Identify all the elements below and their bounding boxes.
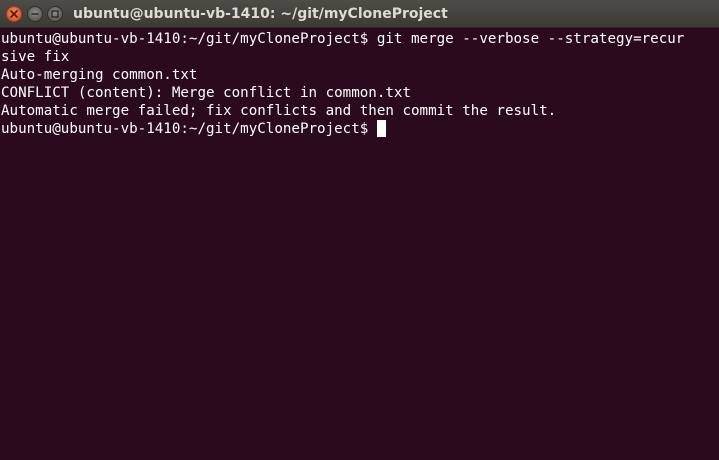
close-button[interactable] <box>6 6 22 22</box>
terminal-output[interactable]: ubuntu@ubuntu-vb-1410:~/git/myCloneProje… <box>0 28 719 460</box>
maximize-icon <box>51 10 59 18</box>
maximize-button[interactable] <box>47 6 63 22</box>
terminal-window: ubuntu@ubuntu-vb-1410: ~/git/myCloneProj… <box>0 0 719 460</box>
text-cursor <box>376 120 386 137</box>
terminal-line: Auto-merging common.txt <box>1 67 198 83</box>
close-icon <box>10 10 18 18</box>
terminal-line: CONFLICT (content): Merge conflict in co… <box>1 85 411 101</box>
title-bar[interactable]: ubuntu@ubuntu-vb-1410: ~/git/myCloneProj… <box>0 0 719 28</box>
minimize-button[interactable] <box>27 6 43 22</box>
window-title: ubuntu@ubuntu-vb-1410: ~/git/myCloneProj… <box>73 6 448 22</box>
terminal-line: Automatic merge failed; fix conflicts an… <box>1 103 557 119</box>
terminal-line: sive fix <box>1 49 70 65</box>
terminal-line: ubuntu@ubuntu-vb-1410:~/git/myCloneProje… <box>1 31 685 47</box>
minimize-icon <box>31 13 39 15</box>
shell-prompt: ubuntu@ubuntu-vb-1410:~/git/myCloneProje… <box>1 121 377 137</box>
prompt-line[interactable]: ubuntu@ubuntu-vb-1410:~/git/myCloneProje… <box>1 120 386 138</box>
